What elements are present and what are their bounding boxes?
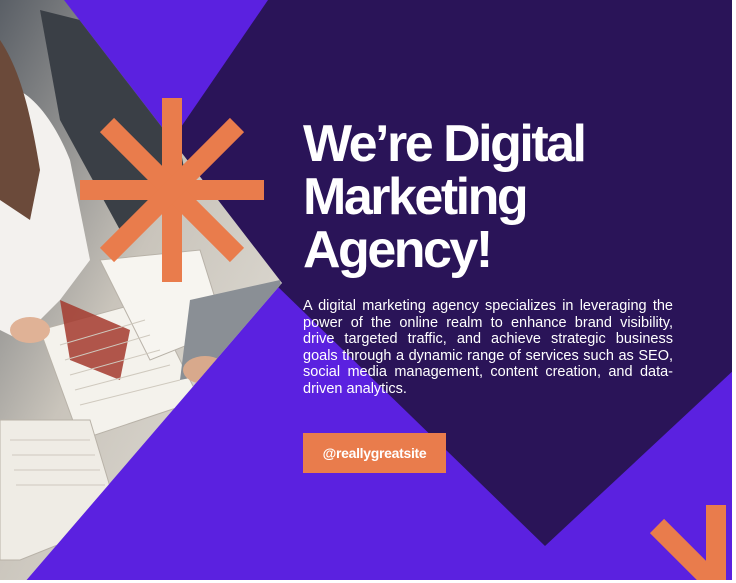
website-link-button[interactable]: @reallygreatsite: [303, 433, 446, 473]
description-paragraph: A digital marketing agency specializes i…: [303, 298, 673, 397]
headline-line-1: We’re Digital: [303, 115, 587, 173]
right-edge: [732, 0, 736, 583]
poster: We’re Digital Marketing Agency! A digita…: [0, 0, 736, 583]
headline-line-3: Agency!: [303, 221, 493, 279]
asterisk-burst-icon: [80, 98, 264, 282]
headline-line-2: Marketing: [303, 168, 529, 226]
photo-hand: [10, 317, 50, 343]
headline: We’re Digital Marketing Agency!: [303, 118, 703, 277]
poster-background: [0, 0, 736, 583]
